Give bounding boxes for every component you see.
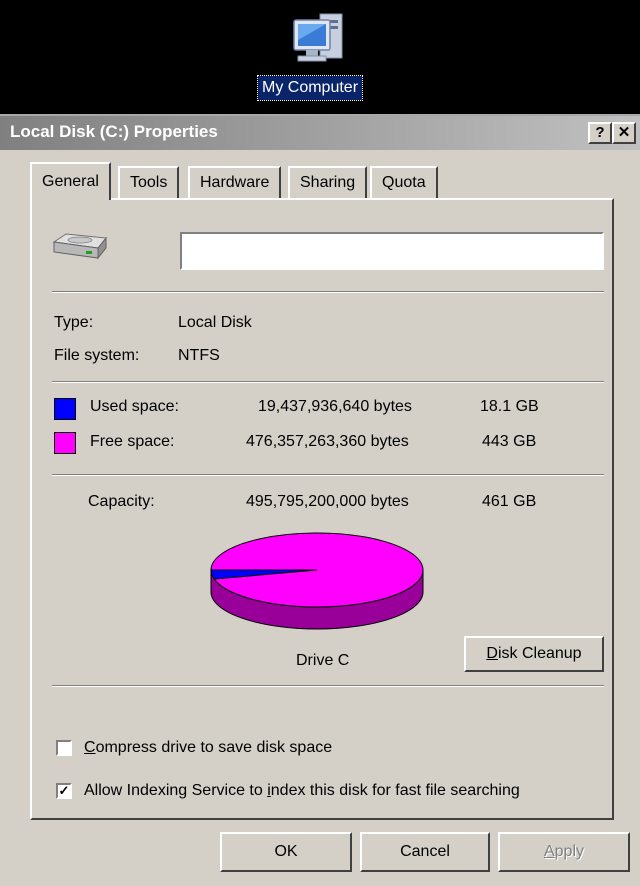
- volume-label-input[interactable]: [180, 232, 604, 270]
- compress-accesskey: C: [84, 739, 96, 756]
- computer-icon[interactable]: [286, 10, 358, 76]
- compress-text: ompress drive to save disk space: [95, 739, 333, 756]
- pie-slice-free-space: [210, 532, 424, 608]
- tab-sharing[interactable]: Sharing: [288, 166, 368, 198]
- disk-usage-pie-chart: [210, 532, 424, 630]
- tab-tools[interactable]: Tools: [118, 166, 180, 198]
- hard-drive-icon: [52, 233, 107, 260]
- file-system-label: File system:: [54, 347, 140, 364]
- capacity-label: Capacity:: [88, 493, 155, 510]
- separator: [52, 381, 604, 383]
- index-text-pre: Allow Indexing Service to: [84, 782, 268, 799]
- ok-button[interactable]: OK: [220, 832, 352, 872]
- used-space-label: Used space:: [90, 398, 179, 415]
- separator: [52, 291, 604, 293]
- separator: [52, 474, 604, 476]
- drive-caption: Drive C: [296, 652, 350, 669]
- my-computer-label[interactable]: My Computer: [256, 75, 364, 101]
- type-label: Type:: [54, 314, 94, 331]
- file-system-value: NTFS: [178, 347, 220, 364]
- used-space-gb: 18.1 GB: [480, 398, 539, 415]
- compress-drive-checkbox[interactable]: [56, 740, 72, 756]
- disk-cleanup-accesskey: D: [486, 645, 498, 662]
- indexing-service-checkbox[interactable]: ✓: [56, 783, 72, 799]
- index-text-post: ndex this disk for fast file searching: [270, 782, 520, 799]
- free-space-label: Free space:: [90, 433, 175, 450]
- apply-button[interactable]: Apply: [498, 832, 630, 872]
- used-space-swatch: [54, 398, 76, 420]
- properties-dialog: Local Disk (C:) Properties ? ✕ General T…: [0, 114, 640, 886]
- tab-quota[interactable]: Quota: [370, 166, 438, 198]
- indexing-service-label[interactable]: Allow Indexing Service to index this dis…: [84, 782, 520, 800]
- free-space-gb: 443 GB: [482, 433, 537, 450]
- separator: [52, 685, 604, 687]
- title-bar[interactable]: Local Disk (C:) Properties ? ✕: [0, 114, 640, 150]
- cancel-button[interactable]: Cancel: [360, 832, 490, 872]
- disk-cleanup-label: isk Cleanup: [497, 645, 582, 662]
- close-button[interactable]: ✕: [612, 122, 636, 144]
- capacity-bytes: 495,795,200,000 bytes: [246, 493, 409, 510]
- dialog-title: Local Disk (C:) Properties: [10, 122, 218, 141]
- tab-general[interactable]: General: [30, 162, 111, 200]
- used-space-bytes: 19,437,936,640 bytes: [258, 398, 412, 415]
- apply-accesskey: A: [543, 843, 555, 860]
- help-button[interactable]: ?: [588, 122, 612, 144]
- capacity-gb: 461 GB: [482, 493, 537, 510]
- tab-hardware[interactable]: Hardware: [188, 166, 282, 198]
- type-value: Local Disk: [178, 314, 252, 331]
- compress-drive-label[interactable]: Compress drive to save disk space: [84, 739, 332, 757]
- free-space-bytes: 476,357,263,360 bytes: [246, 433, 409, 450]
- apply-label: pply: [554, 843, 585, 860]
- desktop-area: My Computer: [0, 0, 640, 114]
- free-space-swatch: [54, 432, 76, 454]
- disk-cleanup-button[interactable]: Disk Cleanup: [464, 636, 604, 672]
